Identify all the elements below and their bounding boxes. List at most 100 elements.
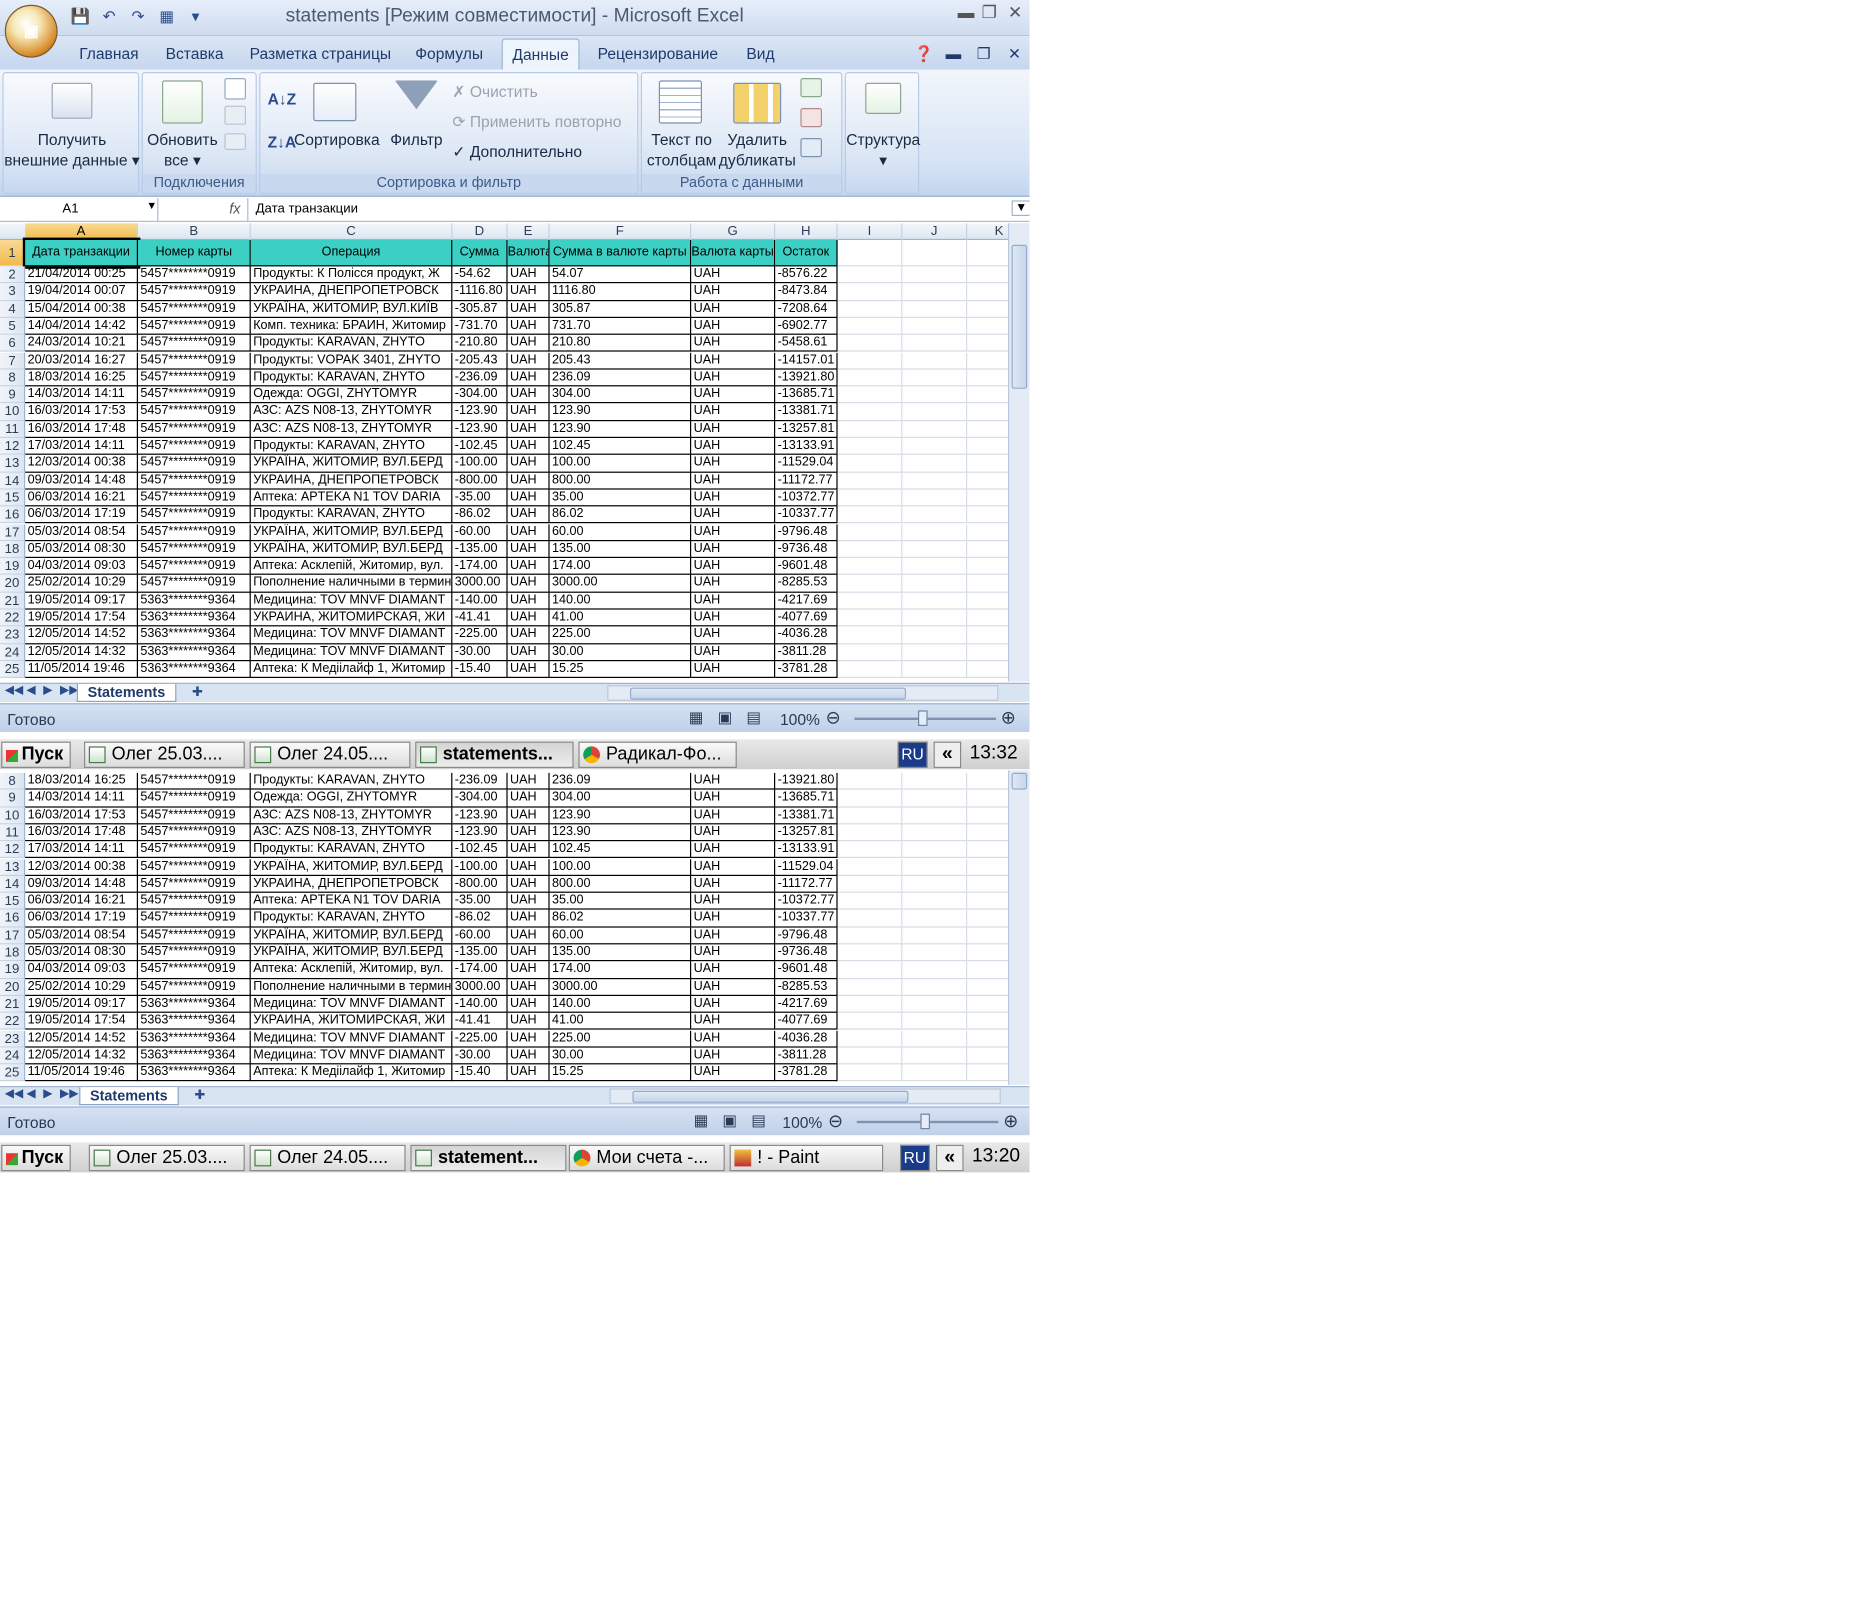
cell[interactable]: Медицина: TOV MNVF DIAMANT [250, 1047, 453, 1065]
cell[interactable]: 41.00 [549, 609, 692, 627]
cell[interactable]: -305.87 [452, 300, 508, 318]
cell[interactable]: -13685.71 [775, 386, 838, 404]
cell[interactable]: 21/04/2014 00:25 [25, 266, 139, 284]
cell[interactable]: UAH [507, 1030, 550, 1048]
empty-cell[interactable] [837, 643, 903, 662]
vertical-scrollbar[interactable] [1008, 223, 1030, 682]
cell[interactable]: УКРАЇНА, ЖИТОМИР, ВУЛ.БЕРД [250, 540, 453, 559]
cell[interactable]: 17/03/2014 14:11 [25, 438, 139, 456]
cell[interactable]: UAH [507, 523, 550, 541]
cell[interactable]: АЗС: AZS N08-13, ZHYTOMYR [250, 420, 453, 438]
empty-cell[interactable] [967, 807, 1009, 825]
empty-cell[interactable] [837, 592, 903, 610]
row-header[interactable]: 22 [0, 1013, 26, 1031]
empty-cell[interactable] [967, 489, 1009, 507]
empty-cell[interactable] [837, 1064, 903, 1082]
cell[interactable]: Комп. техника: БРАИН, Житомир [250, 317, 453, 336]
insert-sheet-icon[interactable]: ✚ [192, 684, 203, 699]
cell[interactable]: -4217.69 [775, 995, 838, 1014]
empty-cell[interactable] [902, 352, 968, 370]
empty-cell[interactable] [837, 789, 903, 808]
empty-cell[interactable] [967, 893, 1009, 911]
cell[interactable]: 1116.80 [549, 283, 692, 301]
empty-cell[interactable] [837, 892, 903, 911]
cell[interactable]: UAH [691, 995, 776, 1014]
empty-cell[interactable] [902, 240, 968, 267]
outline-button[interactable]: Структура ▾ [846, 130, 920, 171]
row-header[interactable]: 16 [0, 506, 26, 524]
empty-cell[interactable] [902, 420, 968, 438]
tab-page-layout[interactable]: Разметка страницы [250, 44, 392, 62]
cell[interactable]: -35.00 [452, 489, 508, 507]
start-button[interactable]: Пуск [1, 741, 71, 768]
empty-cell[interactable] [902, 927, 968, 945]
empty-cell[interactable] [902, 643, 968, 662]
cell[interactable]: 12/03/2014 00:38 [25, 858, 139, 876]
language-indicator[interactable]: RU [900, 1144, 930, 1172]
empty-cell[interactable] [837, 506, 903, 524]
cell[interactable]: -13381.71 [775, 403, 838, 421]
scroll-thumb[interactable] [1011, 244, 1028, 389]
cell[interactable]: -140.00 [452, 995, 508, 1014]
cell[interactable]: УКРАЇНА, ЖИТОМИР, ВУЛ.КИЇВ [250, 300, 453, 318]
column-header-h[interactable]: H [775, 223, 838, 241]
empty-cell[interactable] [837, 403, 903, 421]
row-header[interactable]: 11 [0, 420, 26, 438]
taskbar-item[interactable]: ! - Paint [729, 1144, 884, 1172]
row-header[interactable]: 19 [0, 961, 26, 979]
empty-cell[interactable] [902, 386, 968, 404]
cell[interactable]: 19/05/2014 17:54 [25, 609, 139, 627]
cell[interactable]: -3811.28 [775, 643, 838, 662]
empty-cell[interactable] [837, 283, 903, 301]
cell[interactable]: 05/03/2014 08:54 [25, 927, 139, 945]
cell[interactable]: UAH [507, 592, 550, 610]
cell[interactable]: УКРАИНА, ДНЕПРОПЕТРОВСК [250, 283, 453, 301]
cell[interactable]: -236.09 [452, 369, 508, 387]
row-header[interactable]: 7 [0, 352, 26, 370]
cell[interactable]: -54.62 [452, 266, 508, 284]
cell[interactable]: 20/03/2014 16:27 [25, 352, 139, 370]
cell[interactable]: 12/03/2014 00:38 [25, 455, 139, 473]
cell[interactable]: 86.02 [549, 910, 692, 928]
empty-cell[interactable] [837, 540, 903, 559]
cell[interactable]: -11529.04 [775, 455, 838, 473]
row-header[interactable]: 24 [0, 1047, 26, 1065]
cell[interactable]: -3811.28 [775, 1047, 838, 1065]
cell[interactable]: 5457********0919 [138, 558, 251, 576]
column-header-j[interactable]: J [902, 223, 968, 241]
cell[interactable]: 15.25 [549, 661, 692, 679]
cell[interactable]: УКРАЇНА, ЖИТОМИР, ВУЛ.БЕРД [250, 858, 453, 876]
cell[interactable]: 225.00 [549, 1030, 692, 1048]
cell[interactable]: 06/03/2014 16:21 [25, 489, 139, 507]
empty-cell[interactable] [837, 858, 903, 876]
office-button[interactable]: ▣ [4, 4, 58, 58]
empty-cell[interactable] [837, 558, 903, 576]
row-header[interactable]: 24 [0, 643, 26, 662]
empty-cell[interactable] [967, 1030, 1009, 1048]
column-header-i[interactable]: I [838, 223, 903, 241]
empty-cell[interactable] [967, 524, 1009, 541]
row-header[interactable]: 13 [0, 455, 26, 473]
empty-cell[interactable] [837, 266, 903, 284]
cell[interactable]: 11/05/2014 19:46 [25, 1064, 139, 1082]
cell[interactable]: 12/05/2014 14:52 [25, 1030, 139, 1048]
empty-cell[interactable] [902, 807, 968, 825]
cell[interactable]: АЗС: AZS N08-13, ZHYTOMYR [250, 403, 453, 421]
cell[interactable]: -8285.53 [775, 575, 838, 593]
redo-icon[interactable]: ↷ [127, 6, 149, 28]
cell[interactable]: 3000.00 [549, 978, 692, 996]
empty-cell[interactable] [902, 283, 968, 301]
cell[interactable]: 15.25 [549, 1064, 692, 1082]
cell[interactable]: UAH [691, 575, 776, 593]
empty-cell[interactable] [837, 1047, 903, 1065]
cell[interactable]: 15/04/2014 00:38 [25, 300, 139, 318]
clear-button[interactable]: ✗ Очистить [452, 83, 537, 102]
cell[interactable]: 11/05/2014 19:46 [25, 661, 139, 679]
cell[interactable]: -10372.77 [775, 892, 838, 911]
cell[interactable]: 123.90 [549, 420, 692, 438]
cell[interactable]: 3000.00 [452, 575, 508, 593]
cell[interactable]: UAH [507, 455, 550, 473]
cell[interactable]: 5457********0919 [138, 540, 251, 559]
cell[interactable]: -10372.77 [775, 489, 838, 507]
connections-icon[interactable] [224, 78, 247, 100]
